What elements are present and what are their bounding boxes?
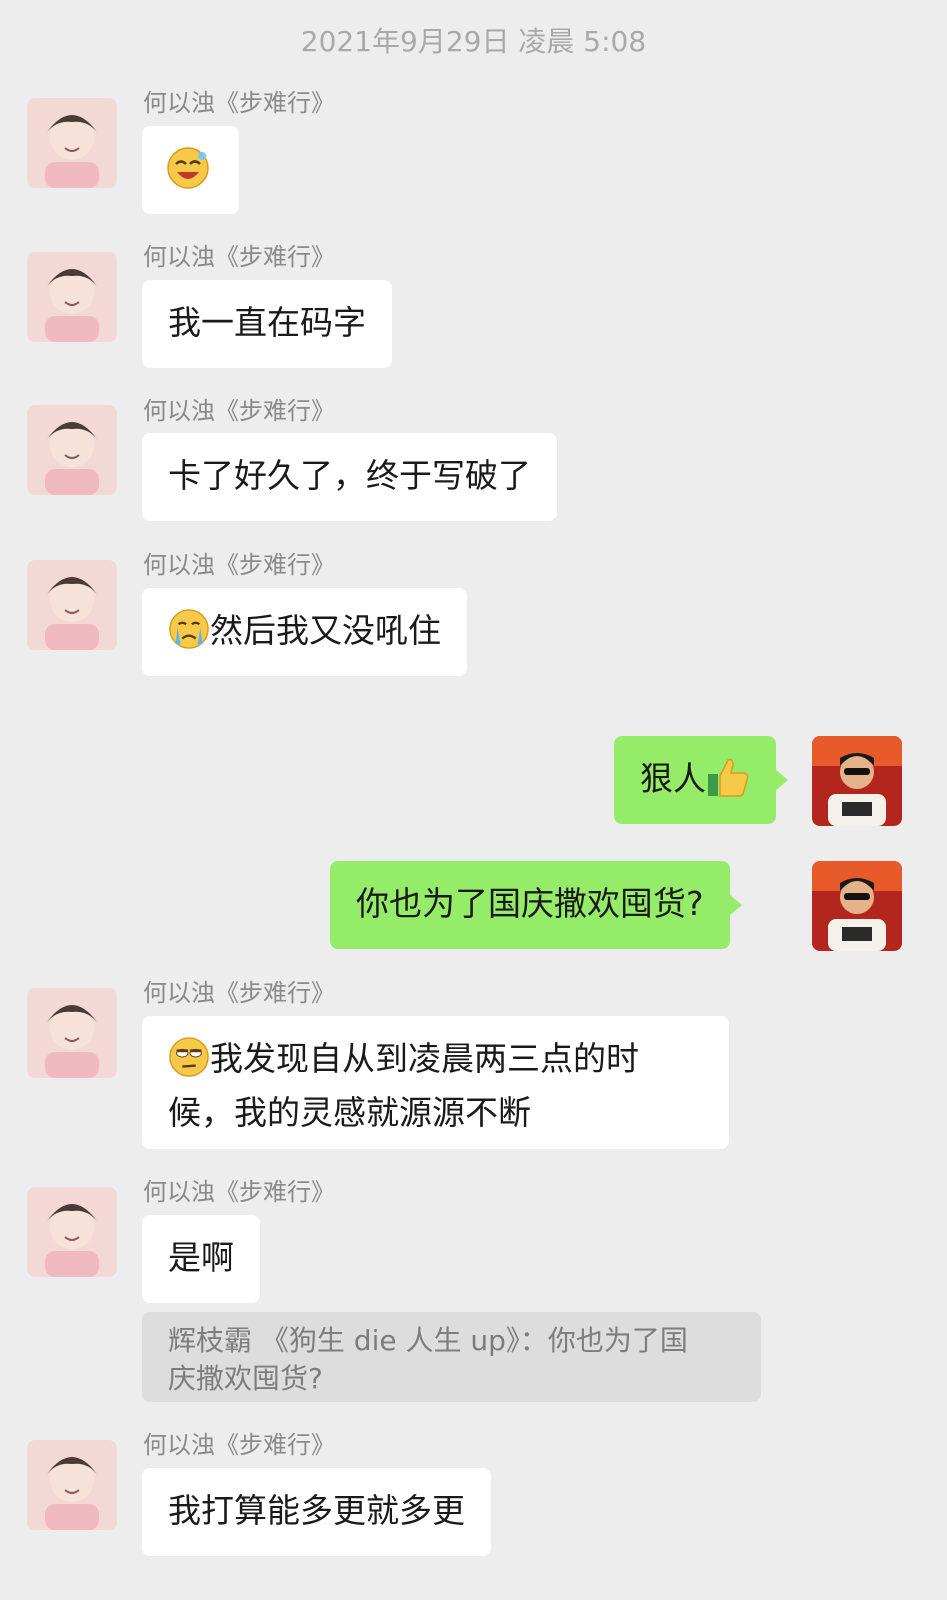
message-text: 卡了好久了，终于写破了 — [168, 456, 531, 495]
message-text: 我一直在码字 — [168, 303, 366, 342]
eye-roll-emoji-icon — [168, 1036, 210, 1090]
sender-name: 何以浊《步难行》 — [143, 551, 335, 579]
message-bubble[interactable]: 我打算能多更就多更 — [142, 1468, 491, 1556]
my-avatar[interactable] — [812, 861, 902, 951]
message-text: 是啊 — [168, 1238, 234, 1277]
message-bubble[interactable]: 我发现自从到凌晨两三点的时 候，我的灵感就源源不断 — [142, 1016, 729, 1149]
sender-avatar[interactable] — [27, 98, 117, 188]
message-text: 然后我又没吼住 — [210, 611, 441, 650]
message-bubble[interactable] — [142, 126, 239, 214]
sender-name: 何以浊《步难行》 — [143, 1431, 335, 1459]
sender-avatar[interactable] — [27, 405, 117, 495]
my-avatar[interactable] — [812, 736, 902, 826]
sender-name: 何以浊《步难行》 — [143, 243, 335, 271]
sender-name: 何以浊《步难行》 — [143, 979, 335, 1007]
sender-avatar[interactable] — [27, 252, 117, 342]
message-text: 你也为了国庆撒欢囤货? — [356, 884, 704, 923]
quote-text-line-2: 庆撒欢囤货? — [168, 1362, 323, 1395]
sender-avatar[interactable] — [27, 1187, 117, 1277]
sender-avatar[interactable] — [27, 560, 117, 650]
message-bubble[interactable]: 卡了好久了，终于写破了 — [142, 433, 557, 521]
message-text: 狠人 — [640, 759, 706, 798]
message-bubble[interactable]: 狠人 — [614, 736, 788, 824]
sender-name: 何以浊《步难行》 — [143, 397, 335, 425]
sender-name: 何以浊《步难行》 — [143, 1178, 335, 1206]
message-text-line-1: 我发现自从到凌晨两三点的时 — [210, 1039, 639, 1078]
laughing-sweat-emoji-icon — [166, 146, 210, 202]
quoted-message[interactable]: 辉枝霸 《狗生 die 人生 up》：你也为了国 庆撒欢囤货? — [142, 1312, 761, 1402]
thumbs-up-emoji-icon — [706, 756, 750, 810]
message-bubble[interactable]: 你也为了国庆撒欢囤货? — [330, 861, 742, 949]
message-bubble[interactable]: 我一直在码字 — [142, 280, 392, 368]
quote-text-line-1: 辉枝霸 《狗生 die 人生 up》：你也为了国 — [168, 1324, 688, 1357]
message-bubble[interactable]: 是啊 — [142, 1215, 260, 1303]
message-bubble[interactable]: 然后我又没吼住 — [142, 588, 467, 676]
message-text: 我打算能多更就多更 — [168, 1491, 465, 1530]
crying-emoji-icon — [168, 608, 210, 662]
sender-name: 何以浊《步难行》 — [143, 89, 335, 117]
sender-avatar[interactable] — [27, 988, 117, 1078]
sender-avatar[interactable] — [27, 1440, 117, 1530]
message-text-line-2: 候，我的灵感就源源不断 — [168, 1093, 531, 1132]
chat-timestamp: 2021年9月29日 凌晨 5:08 — [300, 25, 647, 58]
